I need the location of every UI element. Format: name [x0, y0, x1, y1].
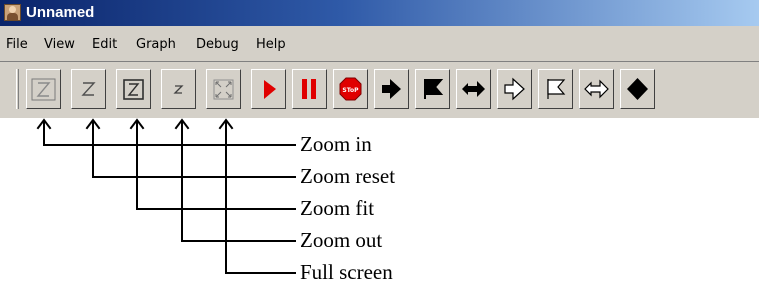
step-button[interactable]	[374, 69, 409, 109]
run-button[interactable]	[251, 69, 286, 109]
menu-graph[interactable]: Graph	[136, 37, 176, 53]
play-icon	[264, 80, 276, 99]
menu-bar: File View Edit Graph Debug Help	[0, 26, 759, 62]
zoom-reset-button[interactable]	[71, 69, 106, 109]
zoom-reset-icon	[81, 82, 96, 96]
pause-icon	[302, 79, 316, 99]
zoom-in-button[interactable]	[26, 69, 61, 109]
label-zoom-out: Zoom out	[300, 228, 383, 252]
menu-edit[interactable]: Edit	[92, 37, 117, 53]
title-bar: Unnamed	[0, 0, 759, 26]
flag-icon	[424, 79, 444, 99]
app-person-icon[interactable]	[4, 4, 21, 21]
toolbar: SToP	[0, 62, 759, 118]
full-screen-icon	[213, 79, 234, 100]
flag-outline-button[interactable]	[538, 69, 573, 109]
label-zoom-in: Zoom in	[300, 132, 372, 156]
stop-button[interactable]: SToP	[333, 69, 368, 109]
diamond-icon	[627, 78, 648, 100]
arrow-right-icon	[382, 79, 401, 99]
diamond-button[interactable]	[620, 69, 655, 109]
menu-file[interactable]: File	[6, 37, 28, 53]
annotation-area: Zoom in Zoom reset Zoom fit Zoom out Ful…	[0, 118, 759, 285]
step-outline-button[interactable]	[497, 69, 532, 109]
double-arrow-outline-button[interactable]	[579, 69, 614, 109]
menu-help[interactable]: Help	[256, 37, 286, 53]
label-full-screen: Full screen	[300, 260, 393, 284]
zoom-fit-icon	[123, 79, 144, 100]
flag-button[interactable]	[415, 69, 450, 109]
pause-button[interactable]	[292, 69, 327, 109]
menu-view[interactable]: View	[44, 37, 75, 53]
zoom-out-icon	[173, 85, 184, 94]
stop-sign-text: SToP	[342, 87, 359, 94]
menu-debug[interactable]: Debug	[196, 37, 239, 53]
stop-sign-icon: SToP	[339, 77, 362, 101]
window-title: Unnamed	[26, 4, 95, 21]
toolbar-grip[interactable]	[16, 69, 19, 109]
label-zoom-fit: Zoom fit	[300, 196, 375, 220]
arrow-outline-icon	[504, 77, 525, 101]
zoom-out-button[interactable]	[161, 69, 196, 109]
flag-outline-icon	[547, 79, 566, 99]
step-over-button[interactable]	[456, 69, 491, 109]
zoom-fit-button[interactable]	[116, 69, 151, 109]
zoom-in-icon	[31, 78, 56, 101]
double-arrow-outline-icon	[584, 79, 609, 99]
label-zoom-reset: Zoom reset	[300, 164, 396, 188]
double-arrow-icon	[462, 81, 485, 97]
full-screen-button[interactable]	[206, 69, 241, 109]
